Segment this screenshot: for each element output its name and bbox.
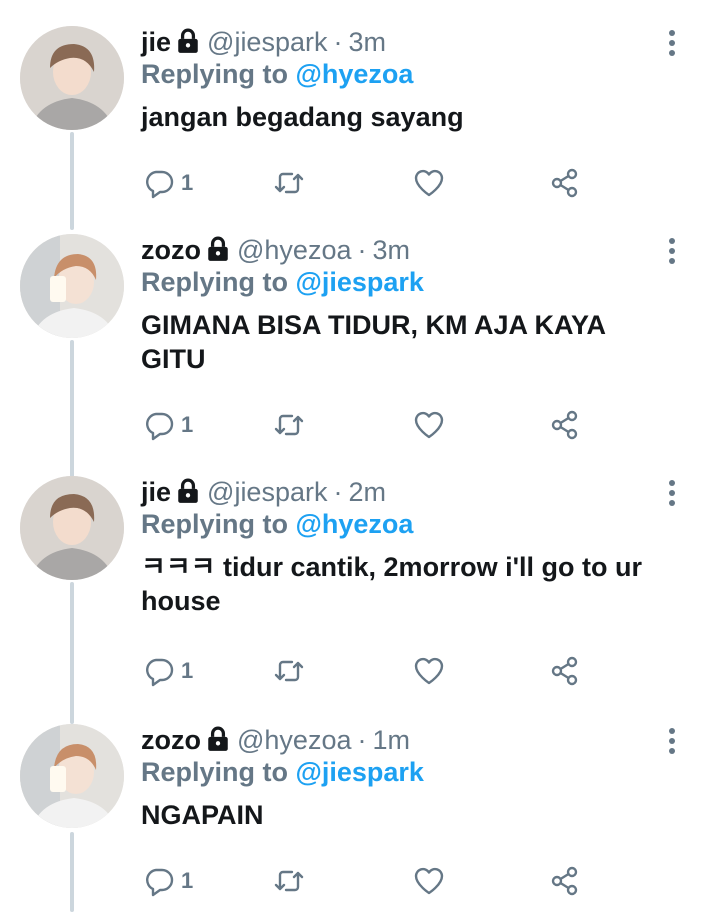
display-name[interactable]: jie <box>141 477 171 507</box>
tweet-actions: 1 <box>141 408 601 442</box>
lock-icon <box>175 28 201 54</box>
reply-icon <box>146 170 174 199</box>
handle[interactable]: @hyezoa <box>237 235 351 265</box>
display-name[interactable]: jie <box>141 27 171 57</box>
avatar[interactable] <box>20 234 124 338</box>
reply-button[interactable]: 1 <box>143 408 193 442</box>
avatar-zozo-icon <box>20 724 124 828</box>
reply-count: 1 <box>181 170 194 195</box>
retweet-icon <box>274 172 304 194</box>
tweet-text: jangan begadang sayang <box>141 102 464 132</box>
share-button[interactable] <box>549 864 581 898</box>
reply-button[interactable]: 1 <box>143 864 193 898</box>
reply-count: 1 <box>181 868 194 893</box>
reply-icon <box>146 868 174 897</box>
avatar-jie-icon <box>20 26 124 130</box>
avatar[interactable] <box>20 476 124 580</box>
share-icon <box>551 656 578 686</box>
more-icon[interactable] <box>668 30 676 60</box>
lock-icon <box>205 236 231 262</box>
retweet-button[interactable] <box>273 166 305 200</box>
replying-label: Replying to <box>141 509 288 539</box>
share-button[interactable] <box>549 166 581 200</box>
retweet-icon <box>274 660 304 682</box>
share-icon <box>551 168 578 198</box>
handle[interactable]: @jiespark <box>207 27 327 57</box>
reply-button[interactable]: 1 <box>143 654 193 688</box>
replying-line: Replying to @hyezoa <box>141 58 660 90</box>
replying-line: Replying to @hyezoa <box>141 508 660 540</box>
lock-icon <box>205 726 231 752</box>
separator: · <box>357 725 367 755</box>
reply-button[interactable]: 1 <box>143 166 193 200</box>
retweet-button[interactable] <box>273 408 305 442</box>
separator: · <box>333 477 343 507</box>
like-icon <box>414 867 444 895</box>
replying-line: Replying to @jiespark <box>141 266 660 298</box>
handle[interactable]: @jiespark <box>207 477 327 507</box>
replying-label: Replying to <box>141 757 288 787</box>
reply-icon <box>146 658 174 687</box>
like-button[interactable] <box>413 166 445 200</box>
avatar[interactable] <box>20 724 124 828</box>
tweet-text: NGAPAIN <box>141 800 264 830</box>
thread-line <box>70 832 74 912</box>
separator: · <box>333 27 343 57</box>
avatar-jie-icon <box>20 476 124 580</box>
thread-line <box>70 582 74 724</box>
retweet-button[interactable] <box>273 654 305 688</box>
share-button[interactable] <box>549 654 581 688</box>
display-name[interactable]: zozo <box>141 725 201 755</box>
mention-link[interactable]: @hyezoa <box>296 509 414 539</box>
replying-label: Replying to <box>141 267 288 297</box>
replying-line: Replying to @jiespark <box>141 756 660 788</box>
like-button[interactable] <box>413 654 445 688</box>
share-button[interactable] <box>549 408 581 442</box>
like-icon <box>414 411 444 439</box>
avatar[interactable] <box>20 26 124 130</box>
retweet-button[interactable] <box>273 864 305 898</box>
more-icon[interactable] <box>668 238 676 268</box>
mention-link[interactable]: @hyezoa <box>296 59 414 89</box>
tweet-actions: 1 <box>141 654 601 688</box>
mention-link[interactable]: @jiespark <box>296 757 424 787</box>
reply-count: 1 <box>181 658 194 683</box>
timestamp[interactable]: 2m <box>348 477 386 507</box>
share-icon <box>551 410 578 440</box>
timestamp[interactable]: 3m <box>372 235 410 265</box>
thread-line <box>70 340 74 478</box>
lock-icon <box>175 478 201 504</box>
like-button[interactable] <box>413 408 445 442</box>
timestamp[interactable]: 3m <box>348 27 386 57</box>
thread-line <box>70 132 74 230</box>
tweet-text: ㅋㅋㅋ tidur cantik, 2morrow i'll go to ur … <box>141 552 642 616</box>
like-button[interactable] <box>413 864 445 898</box>
tweet-text: GIMANA BISA TIDUR, KM AJA KAYA GITU <box>141 310 606 374</box>
more-icon[interactable] <box>668 728 676 758</box>
like-icon <box>414 657 444 685</box>
separator: · <box>357 235 367 265</box>
tweet-actions: 1 <box>141 864 601 898</box>
share-icon <box>551 866 578 896</box>
like-icon <box>414 169 444 197</box>
handle[interactable]: @hyezoa <box>237 725 351 755</box>
retweet-icon <box>274 870 304 892</box>
avatar-zozo-icon <box>20 234 124 338</box>
tweet-actions: 1 <box>141 166 601 200</box>
timestamp[interactable]: 1m <box>372 725 410 755</box>
replying-label: Replying to <box>141 59 288 89</box>
display-name[interactable]: zozo <box>141 235 201 265</box>
more-icon[interactable] <box>668 480 676 510</box>
retweet-icon <box>274 414 304 436</box>
mention-link[interactable]: @jiespark <box>296 267 424 297</box>
reply-icon <box>146 412 174 441</box>
reply-count: 1 <box>181 412 194 437</box>
